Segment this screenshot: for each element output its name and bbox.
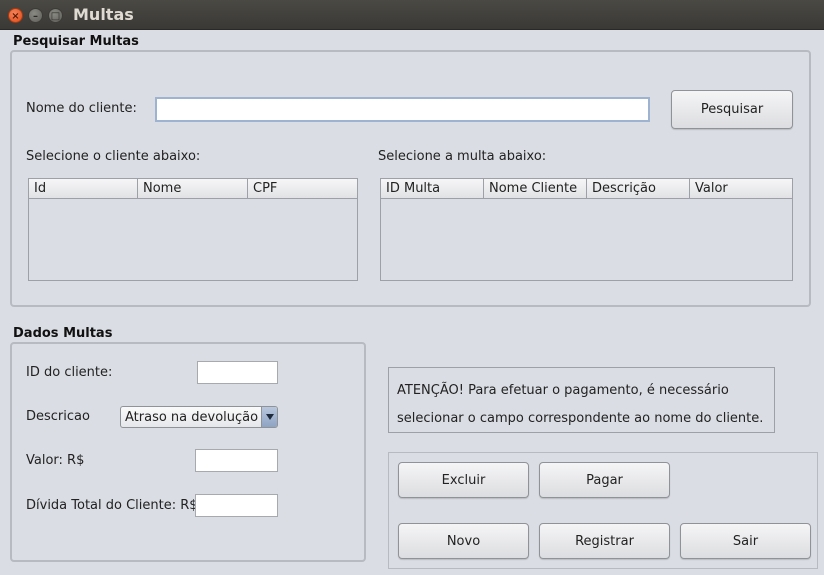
column-header-id[interactable]: Id [29,179,138,198]
novo-button[interactable]: Novo [398,523,529,559]
minimize-window-icon[interactable]: – [28,8,43,23]
dados-section-title: Dados Multas [13,326,113,341]
pagar-button[interactable]: Pagar [539,462,670,498]
excluir-button[interactable]: Excluir [398,462,529,498]
descricao-label: Descricao [26,409,90,424]
id-cliente-input[interactable] [197,361,278,384]
notice-line-1: ATENÇÃO! Para efetuar o pagamento, é nec… [397,383,729,398]
divida-total-input[interactable] [195,494,278,517]
pesquisar-button[interactable]: Pesquisar [671,90,793,129]
clientes-table-header: Id Nome CPF [29,179,357,199]
multas-table-header: ID Multa Nome Cliente Descrição Valor [381,179,792,199]
window-titlebar: × – □ Multas [0,0,824,30]
column-header-valor[interactable]: Valor [690,179,792,198]
selecione-cliente-label: Selecione o cliente abaixo: [26,149,201,164]
window-title: Multas [73,5,134,24]
column-header-descricao[interactable]: Descrição [587,179,690,198]
id-cliente-label: ID do cliente: [26,365,113,380]
pesquisar-section-title: Pesquisar Multas [13,34,139,49]
clientes-table[interactable]: Id Nome CPF [28,178,358,281]
column-header-nome-cliente[interactable]: Nome Cliente [484,179,587,198]
notice-line-2: selecionar o campo correspondente ao nom… [397,411,764,426]
close-window-icon[interactable]: × [8,8,23,23]
nome-cliente-input[interactable] [155,97,650,122]
sair-button[interactable]: Sair [680,523,811,559]
maximize-window-icon[interactable]: □ [48,8,63,23]
chevron-down-icon[interactable] [261,407,277,427]
divida-total-label: Dívida Total do Cliente: R$ [26,498,198,513]
pagamento-notice: ATENÇÃO! Para efetuar o pagamento, é nec… [388,367,775,433]
valor-label: Valor: R$ [26,453,85,468]
column-header-nome[interactable]: Nome [138,179,248,198]
valor-input[interactable] [195,449,278,472]
column-header-cpf[interactable]: CPF [248,179,357,198]
registrar-button[interactable]: Registrar [539,523,670,559]
selecione-multa-label: Selecione a multa abaixo: [378,149,547,164]
descricao-select[interactable]: Atraso na devolução [120,406,278,428]
nome-cliente-label: Nome do cliente: [26,101,137,116]
column-header-id-multa[interactable]: ID Multa [381,179,484,198]
descricao-selected-value: Atraso na devolução [125,409,259,425]
multas-table[interactable]: ID Multa Nome Cliente Descrição Valor [380,178,793,281]
